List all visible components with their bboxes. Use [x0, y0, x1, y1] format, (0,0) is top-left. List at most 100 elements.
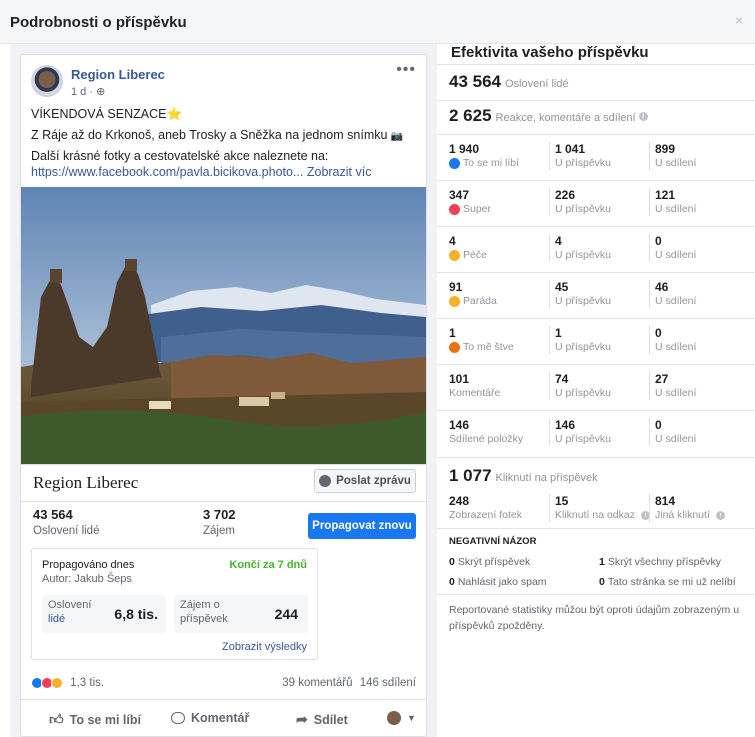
divider	[649, 280, 650, 308]
like-label: To se mi líbí	[69, 712, 141, 727]
footer-page-name: Region Liberec	[33, 473, 139, 492]
negative-feedback-header: NEGATIVNÍ NÁZOR	[449, 536, 537, 547]
breakdown-on-shares-label: U sdílení	[655, 157, 697, 169]
divider	[437, 100, 755, 101]
post-link-line: https://www.facebook.com/pavla.bicikova.…	[31, 165, 371, 179]
link-clicks-label: Kliknutí na odkaz i	[555, 509, 650, 521]
interactions-stat: 2 625 Reakce, komentáře a sdílení i	[449, 106, 648, 126]
breakdown-total-text: Komentáře	[449, 387, 501, 399]
landscape-image	[21, 187, 426, 464]
breakdown-on-post-label: U příspěvku	[555, 295, 612, 307]
promotion-summary: Propagováno dnes Autor: Jakub Šeps Končí…	[31, 548, 318, 660]
more-options-icon[interactable]: •••	[396, 61, 416, 79]
hide-post-label: Skrýt příspěvek	[457, 556, 531, 568]
divider	[437, 134, 755, 135]
post-photo[interactable]	[21, 187, 426, 464]
messenger-icon	[319, 475, 332, 487]
divider	[649, 418, 650, 446]
breakdown-on-shares-value: 0	[655, 326, 662, 340]
info-icon[interactable]: i	[715, 510, 725, 520]
divider	[649, 188, 650, 216]
send-message-button[interactable]: Poslat zprávu	[314, 469, 416, 493]
promo-reach-metric: Oslovení lidé 6,8 tis.	[42, 595, 166, 633]
other-clicks-value: 814	[655, 494, 676, 508]
care-icon	[449, 249, 460, 261]
comment-label: Komentář	[191, 711, 250, 725]
thumbs-up-icon: 👍︎	[49, 711, 64, 727]
breakdown-on-shares-label: U sdílení	[655, 341, 697, 353]
unlike-count: 0	[599, 576, 605, 588]
breakdown-on-post-value: 226	[555, 188, 576, 202]
divider	[549, 234, 550, 262]
promo-reach-label2[interactable]: lidé	[48, 613, 65, 625]
breakdown-on-post-value: 45	[555, 280, 569, 294]
view-results-link[interactable]: Zobrazit výsledky	[222, 641, 307, 653]
like-icon	[449, 157, 460, 169]
post-preview-pane: Region Liberec 1 d · ⊕ ••• VÍKENDOVÁ SEN…	[10, 44, 437, 737]
breakdown-total-value: 347	[449, 188, 470, 202]
info-icon[interactable]: i	[638, 112, 648, 122]
breakdown-total-text: To se mi líbí	[463, 157, 520, 169]
page-name-link[interactable]: Region Liberec	[71, 67, 165, 82]
breakdown-on-post-label: U příspěvku	[555, 387, 612, 399]
breakdown-on-post-value: 74	[555, 372, 569, 386]
divider	[649, 372, 650, 400]
post-time[interactable]: 1 d ·	[71, 86, 96, 98]
avatar[interactable]	[31, 65, 63, 97]
divider	[21, 699, 426, 700]
stats-footnote: Reportované statistiky můžou být oproti …	[449, 604, 740, 632]
share-arrow-icon: ➦	[296, 711, 308, 727]
breakdown-on-post-label: U příspěvku	[555, 157, 612, 169]
post-text-3: Další krásné fotky a cestovatelské akce …	[31, 149, 329, 163]
post-card: Region Liberec 1 d · ⊕ ••• VÍKENDOVÁ SEN…	[20, 54, 427, 737]
divider	[649, 326, 650, 354]
breakdown-on-shares-label: U sdílení	[655, 387, 697, 399]
photo-views-value: 248	[449, 494, 470, 508]
spam-stat: 0 Nahlásit jako spam	[449, 576, 547, 588]
post-headline: VÍKENDOVÁ SENZACE⭐	[31, 107, 182, 122]
share-button[interactable]: ➦ Sdílet	[296, 711, 348, 728]
like-button[interactable]: 👍︎ To se mi líbí	[49, 711, 141, 728]
divider	[437, 272, 755, 273]
breakdown-total-value: 91	[449, 280, 463, 294]
post-text-line: Z Ráje až do Krkonoš, aneb Trosky a Sněž…	[31, 128, 403, 142]
breakdown-on-post-label: U příspěvku	[555, 203, 612, 215]
breakdown-total-text: Super	[463, 203, 492, 215]
headline-text: VÍKENDOVÁ SENZACE	[31, 107, 167, 121]
breakdown-total-value: 146	[449, 418, 470, 432]
promote-again-button[interactable]: Propagovat znovu	[308, 513, 416, 539]
comment-icon	[171, 712, 185, 724]
see-more-link[interactable]: Zobrazit víc	[307, 165, 372, 179]
divider	[437, 226, 755, 227]
hide-all-label: Skrýt všechny příspěvky	[607, 556, 722, 568]
promo-author: Autor: Jakub Šeps	[42, 573, 132, 585]
breakdown-on-shares-value: 899	[655, 142, 676, 156]
post-text-2: Z Ráje až do Krkonoš, aneb Trosky a Sněž…	[31, 128, 388, 142]
link-clicks-value: 15	[555, 494, 569, 508]
post-as-selector[interactable]: ▼	[387, 711, 416, 725]
comments-count[interactable]: 39 komentářů	[282, 677, 352, 689]
shares-count[interactable]: 146 sdílení	[360, 677, 416, 689]
breakdown-total-text: Paráda	[463, 295, 497, 307]
breakdown-total-value: 101	[449, 372, 470, 386]
comment-button[interactable]: Komentář	[171, 711, 249, 725]
post-link[interactable]: https://www.facebook.com/pavla.bicikova.…	[31, 165, 303, 179]
breakdown-on-shares-label: U sdílení	[655, 433, 697, 445]
promo-reach-label1: Oslovení	[48, 599, 92, 611]
angry-icon	[449, 341, 460, 353]
divider	[649, 234, 650, 262]
hide-post-stat: 0 Skrýt příspěvek	[449, 556, 530, 568]
breakdown-on-post-value: 4	[555, 234, 562, 248]
divider	[549, 188, 550, 216]
reach-value: 43 564	[33, 507, 73, 522]
unlike-stat: 0 Tato stránka se mi už nelíbí	[599, 576, 736, 588]
link-clicks-text: Kliknutí na odkaz	[555, 509, 635, 521]
divider	[549, 418, 550, 446]
reactions-summary[interactable]: 1,3 tis.	[31, 677, 104, 689]
hide-all-stat: 1 Skrýt všechny příspěvky	[599, 556, 721, 568]
breakdown-on-post-value: 146	[555, 418, 576, 432]
breakdown-on-shares-label: U sdílení	[655, 249, 697, 261]
breakdown-total-label: Péče	[449, 249, 487, 261]
breakdown-on-shares-value: 46	[655, 280, 669, 294]
close-icon[interactable]: ×	[735, 12, 743, 28]
